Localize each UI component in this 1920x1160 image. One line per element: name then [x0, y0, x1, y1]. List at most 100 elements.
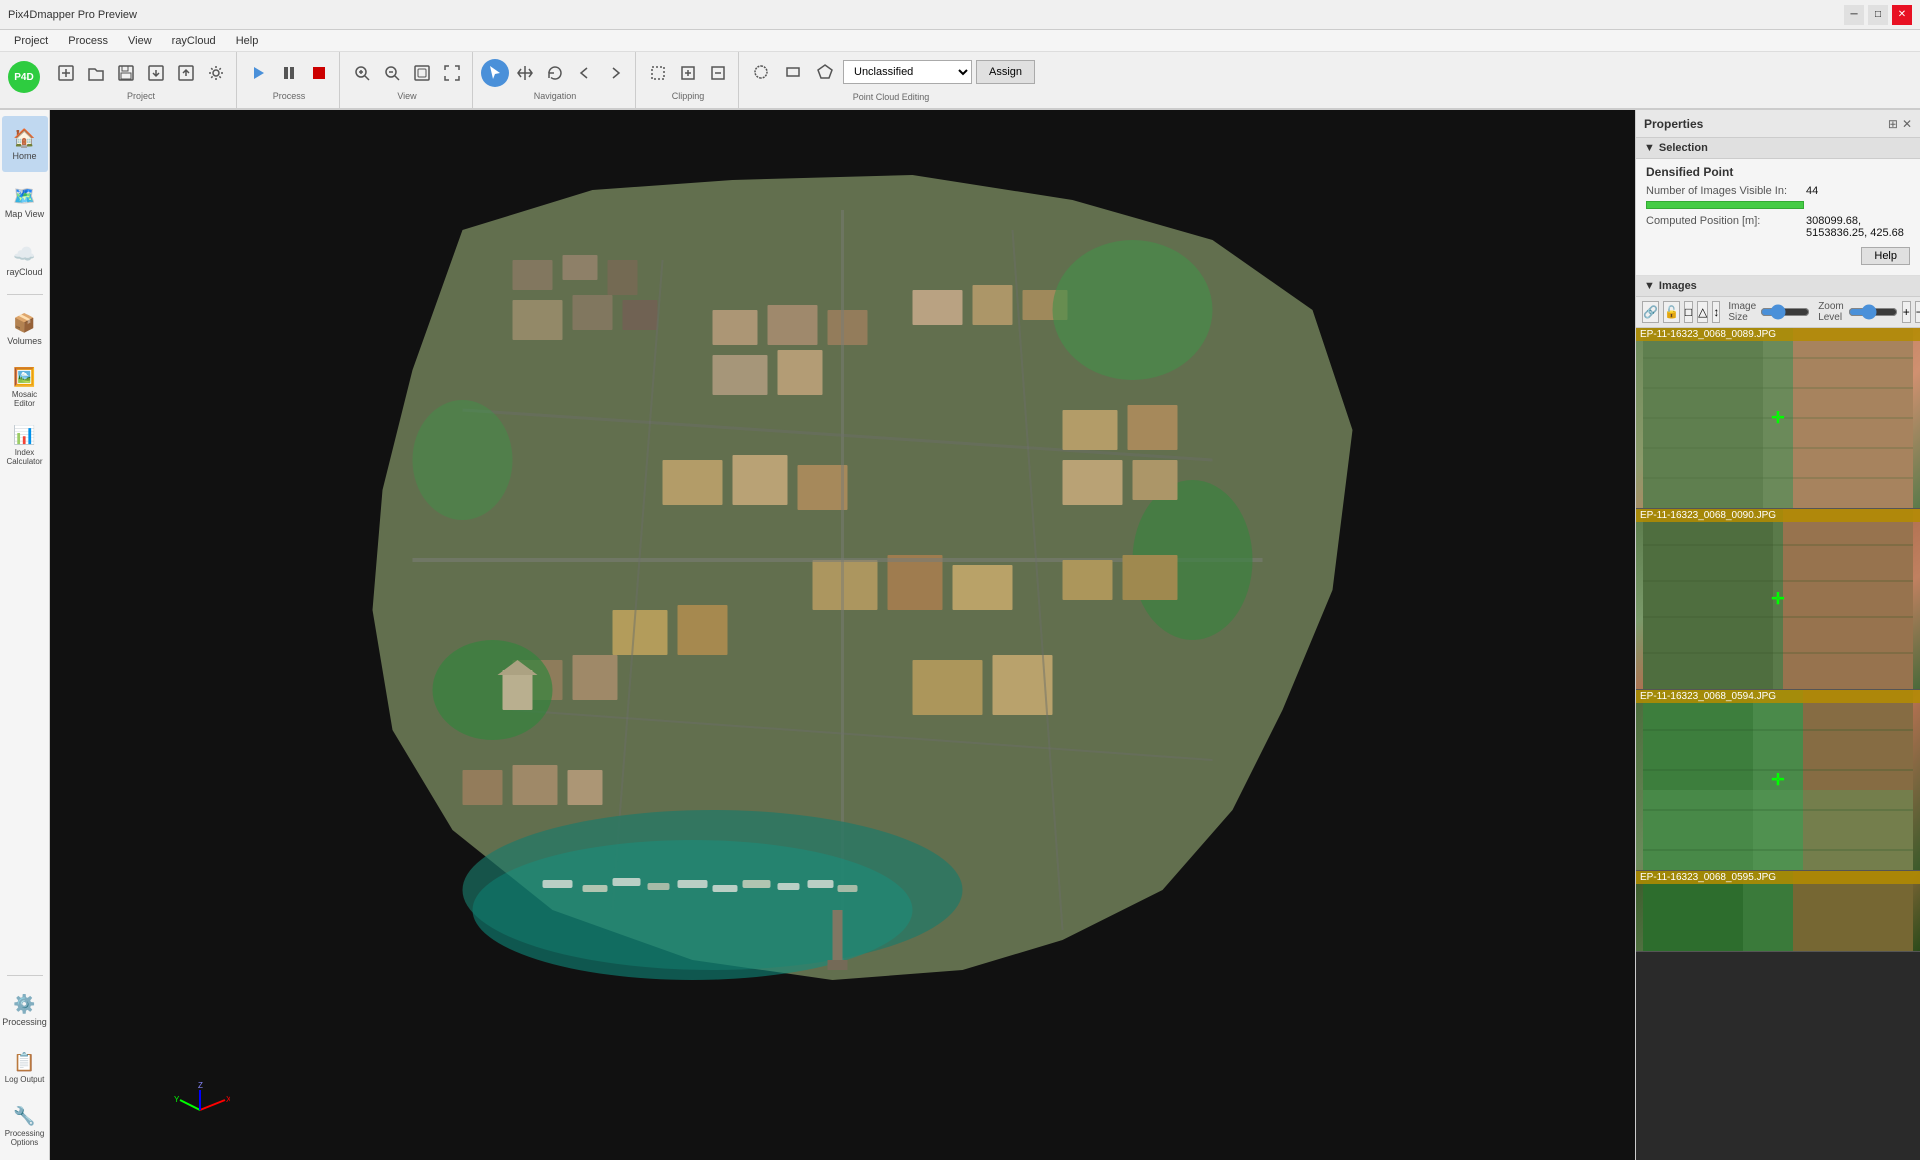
images-list[interactable]: EP-11-16323_0068_0089.JPG [1636, 328, 1920, 1160]
panel-close-button[interactable]: ✕ [1902, 117, 1912, 131]
list-item[interactable]: EP-11-16323_0068_0595.JPG [1636, 871, 1920, 952]
list-item[interactable]: EP-11-16323_0068_0090.JPG ✛ [1636, 509, 1920, 690]
titlebar: Pix4Dmapper Pro Preview ─ □ ✕ [0, 0, 1920, 30]
sidebar-item-proc-options[interactable]: 🔧 Processing Options [2, 1098, 48, 1154]
selection-section-header[interactable]: ▼ Selection [1636, 138, 1920, 159]
clip-select-button[interactable] [644, 59, 672, 87]
toolbar-clipping-group: Clipping [638, 52, 739, 108]
sidebar-mosaic-label: Mosaic Editor [2, 390, 48, 408]
close-button[interactable]: ✕ [1892, 5, 1912, 25]
sidebar-item-processing[interactable]: ⚙️ Processing [2, 982, 48, 1038]
save-button[interactable] [112, 59, 140, 87]
rotate-nav-button[interactable] [541, 59, 569, 87]
selection-section-content: Densified Point Number of Images Visible… [1636, 159, 1920, 276]
sidebar-item-volumes[interactable]: 📦 Volumes [2, 301, 48, 357]
nav-left-button[interactable] [571, 59, 599, 87]
new-project-button[interactable] [52, 59, 80, 87]
zoom-in-img-button[interactable]: + [1902, 301, 1911, 323]
sidebar-item-mapview[interactable]: 🗺️ Map View [2, 174, 48, 230]
import-button[interactable] [142, 59, 170, 87]
options-icon: 🔧 [13, 1106, 35, 1127]
toolbar-process-group: Process [239, 52, 340, 108]
zoom-out-button[interactable] [378, 59, 406, 87]
list-item[interactable]: EP-11-16323_0068_0594.JPG ✛ [1636, 690, 1920, 871]
process-run-button[interactable] [245, 59, 273, 87]
viewport[interactable]: X Y Z [50, 110, 1635, 1160]
sidebar-item-logoutput[interactable]: 📋 Log Output [2, 1040, 48, 1096]
pc-edit-polygon-button[interactable] [811, 58, 839, 86]
menu-process[interactable]: Process [58, 33, 118, 49]
processing-icon: ⚙️ [13, 994, 35, 1015]
fit-view-button[interactable] [408, 59, 436, 87]
aerial-map-svg [50, 110, 1635, 1160]
export-button[interactable] [172, 59, 200, 87]
menu-view[interactable]: View [118, 33, 162, 49]
images-section-header[interactable]: ▼ Images [1636, 276, 1920, 297]
select-nav-button[interactable] [481, 59, 509, 87]
crosshair-2: ✛ [1771, 589, 1784, 609]
image-size-slider[interactable] [1760, 305, 1810, 319]
process-pause-button[interactable] [275, 59, 303, 87]
minimize-button[interactable]: ─ [1844, 5, 1864, 25]
process-stop-button[interactable] [305, 59, 333, 87]
image-size-label: Image Size [1728, 301, 1756, 323]
class-dropdown[interactable]: Unclassified Ground Low Vegetation Mediu… [843, 60, 972, 84]
clip-remove-button[interactable] [704, 59, 732, 87]
menu-raycloud[interactable]: rayCloud [162, 33, 226, 49]
app-logo: P4D [8, 61, 40, 93]
zoom-level-slider[interactable] [1848, 305, 1898, 319]
link-images-button[interactable]: 🔗 [1642, 301, 1659, 323]
pc-edit-lasso-button[interactable] [747, 58, 775, 86]
maximize-button[interactable]: □ [1868, 5, 1888, 25]
computed-pos-value: 308099.68, 5153836.25, 425.68 [1806, 215, 1910, 239]
menu-project[interactable]: Project [4, 33, 58, 49]
images-label: Images [1659, 280, 1697, 292]
open-project-button[interactable] [82, 59, 110, 87]
pan-nav-button[interactable] [511, 59, 539, 87]
nav-right-button[interactable] [601, 59, 629, 87]
sidebar-raycloud-label: rayCloud [6, 267, 42, 277]
fullscreen-button[interactable] [438, 59, 466, 87]
zoom-out-img-button[interactable]: − [1915, 301, 1920, 323]
image-thumbnail-2: ✛ [1636, 509, 1920, 689]
sidebar-item-raycloud[interactable]: ☁️ rayCloud [2, 232, 48, 288]
num-images-row: Number of Images Visible In: 44 [1646, 185, 1910, 197]
panel-detach-button[interactable]: ⊞ [1888, 117, 1898, 131]
sidebar-item-home[interactable]: 🏠 Home [2, 116, 48, 172]
pc-edit-rect-button[interactable] [779, 58, 807, 86]
crosshair-1: ✛ [1771, 408, 1784, 428]
list-item[interactable]: EP-11-16323_0068_0089.JPG [1636, 328, 1920, 509]
sidebar-item-index[interactable]: 📊 Index Calculator [2, 417, 48, 473]
zoom-in-button[interactable] [348, 59, 376, 87]
properties-title: Properties [1644, 117, 1703, 131]
sidebar-divider-2 [7, 975, 43, 976]
unlink-images-button[interactable]: 🔓 [1663, 301, 1680, 323]
crosshair-3: ✛ [1771, 770, 1784, 790]
selection-label: Selection [1659, 142, 1708, 154]
clipping-label: Clipping [672, 91, 705, 101]
project-label: Project [127, 91, 155, 101]
rect-select-button[interactable]: □ [1684, 301, 1693, 323]
triangle-select-button[interactable]: △ [1697, 301, 1708, 323]
assign-button[interactable]: Assign [976, 60, 1035, 84]
sidebar-item-mosaic[interactable]: 🖼️ Mosaic Editor [2, 359, 48, 415]
sidebar-processing-label: Processing [2, 1017, 47, 1027]
images-section: ▼ Images 🔗 🔓 □ △ ↕ Image Size Zoom Level… [1636, 276, 1920, 1160]
svg-text:Z: Z [198, 1081, 203, 1090]
help-button[interactable]: Help [1861, 247, 1910, 265]
sidebar-divider-1 [7, 294, 43, 295]
point-cloud-editing-group: Unclassified Ground Low Vegetation Mediu… [741, 52, 1041, 108]
log-icon: 📋 [13, 1052, 35, 1073]
menu-help[interactable]: Help [226, 33, 269, 49]
settings-button[interactable] [202, 59, 230, 87]
pc-editing-label: Point Cloud Editing [853, 92, 930, 102]
zoom-vertical-button[interactable]: ↕ [1712, 301, 1720, 323]
clip-add-button[interactable] [674, 59, 702, 87]
images-collapse-icon: ▼ [1644, 280, 1655, 292]
image-filename-3: EP-11-16323_0068_0594.JPG [1636, 690, 1920, 703]
image-thumbnail-3: ✛ [1636, 690, 1920, 870]
image-filename-2: EP-11-16323_0068_0090.JPG [1636, 509, 1920, 522]
sidebar-index-label: Index Calculator [2, 448, 48, 466]
toolbar-navigation-group: Navigation [475, 52, 636, 108]
computed-pos-row: Computed Position [m]: 308099.68, 515383… [1646, 215, 1910, 239]
